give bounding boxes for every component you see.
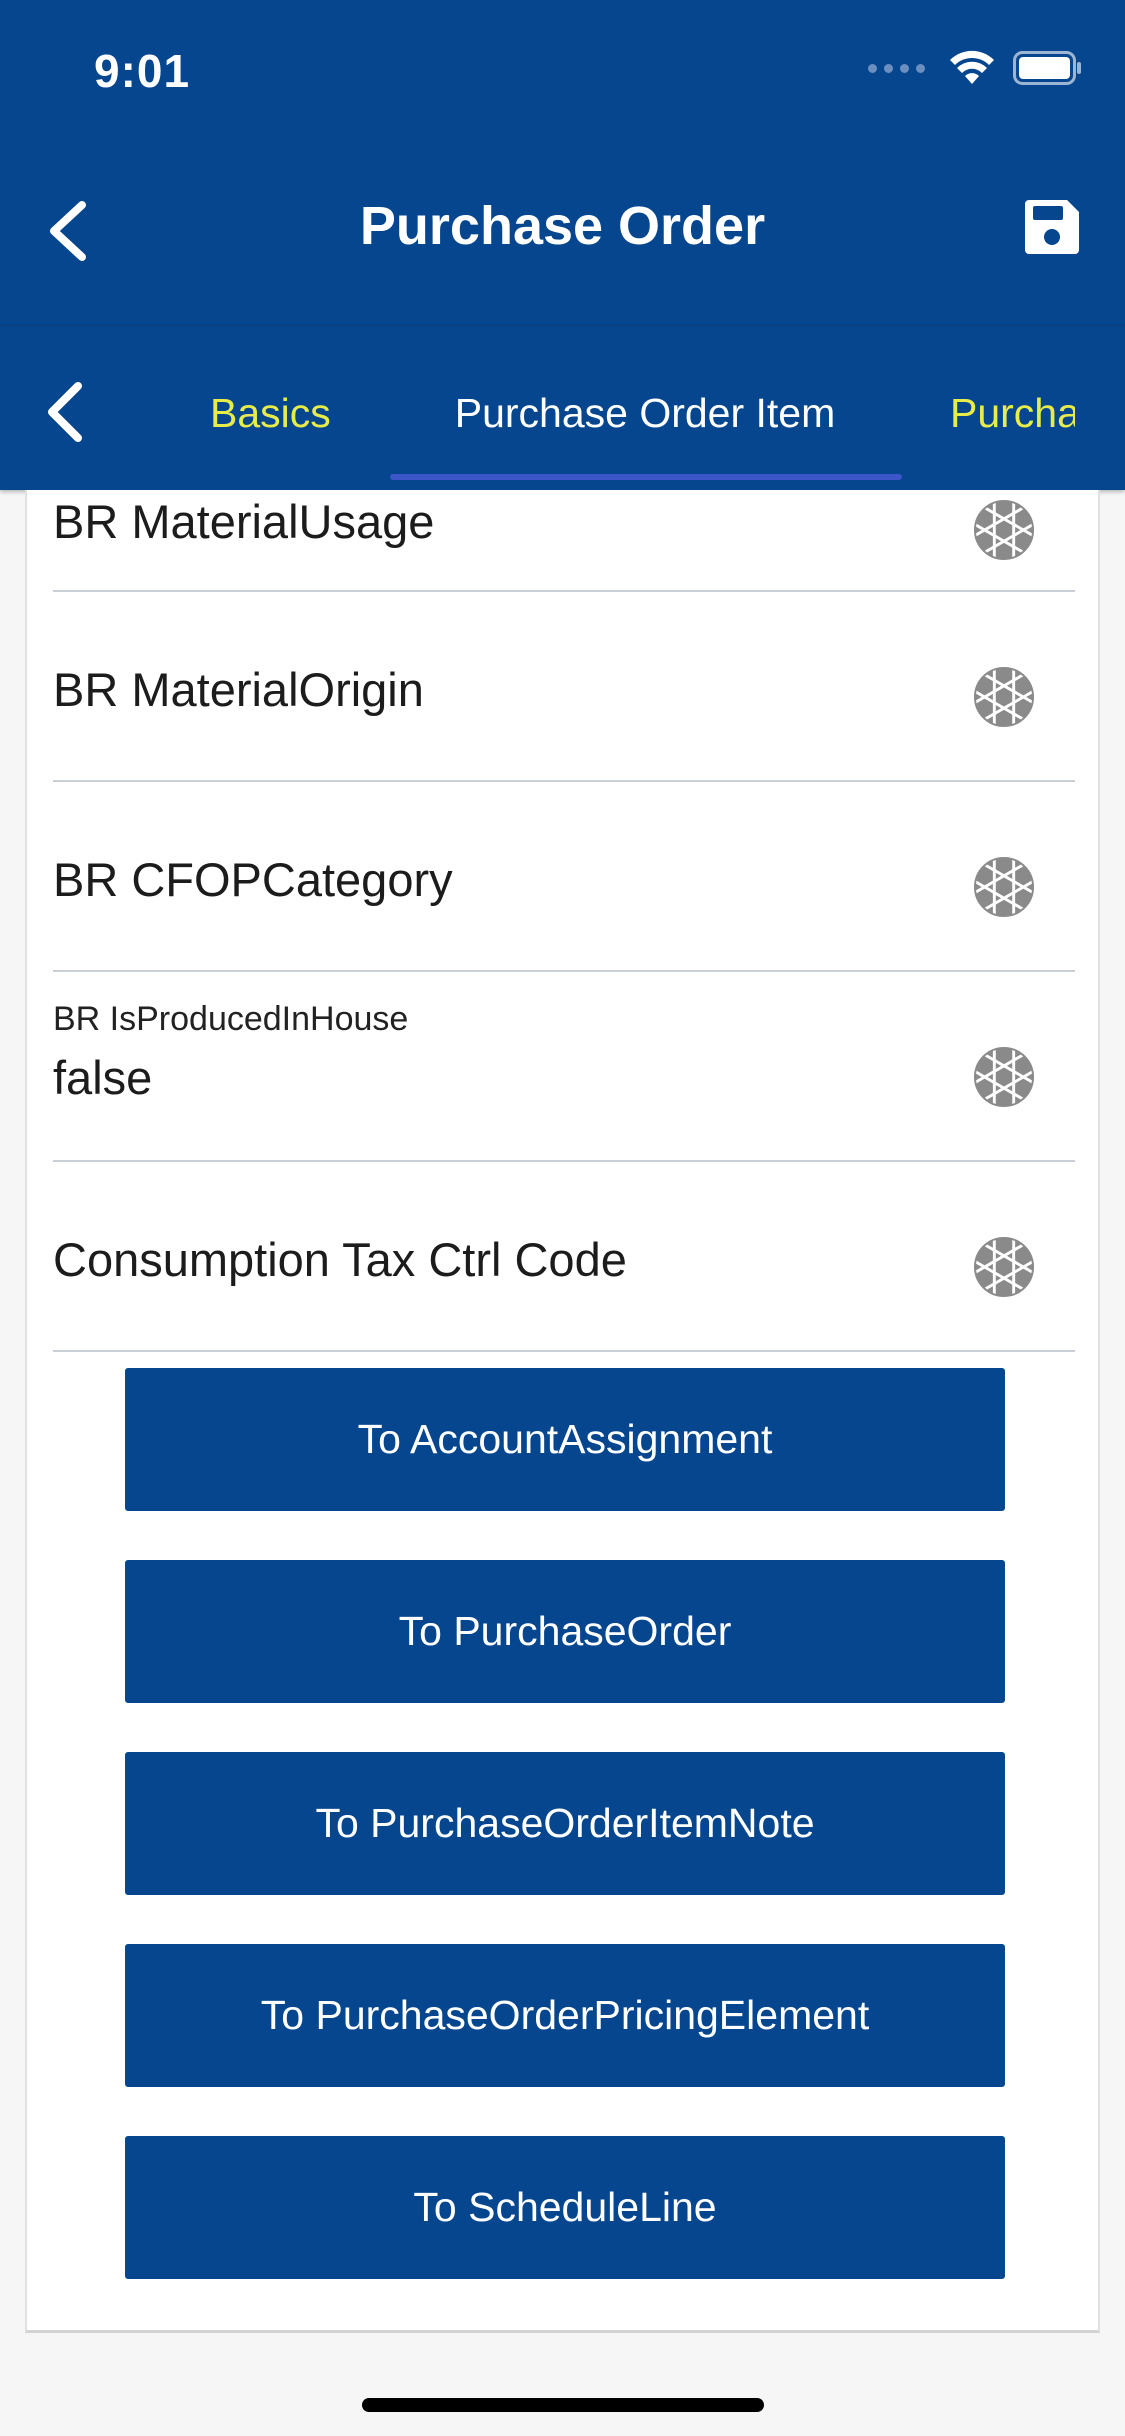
to-purchase-order-item-note-button[interactable]: To PurchaseOrderItemNote <box>125 1752 1005 1895</box>
to-schedule-line-button[interactable]: To ScheduleLine <box>125 2136 1005 2279</box>
aperture-icon[interactable] <box>973 856 1035 918</box>
aperture-icon[interactable] <box>973 666 1035 728</box>
content-card: BR MaterialUsage BR MaterialOrigin BR CF… <box>25 490 1100 2333</box>
status-icons <box>868 50 1083 86</box>
battery-icon <box>1013 51 1081 85</box>
floppy-disk-icon <box>1025 200 1079 254</box>
field-label: BR CFOPCategory <box>53 853 453 906</box>
screen: 9:01 Purchase Order Basics Purchase Orde… <box>0 0 1125 2436</box>
field-row[interactable]: BR MaterialOrigin <box>53 592 1075 782</box>
field-label: BR MaterialUsage <box>53 495 435 548</box>
to-purchase-order-button[interactable]: To PurchaseOrder <box>125 1560 1005 1703</box>
field-label: BR IsProducedInHouse <box>53 1000 409 1038</box>
field-label: BR MaterialOrigin <box>53 663 424 716</box>
to-purchase-order-pricing-element-button[interactable]: To PurchaseOrderPricingElement <box>125 1944 1005 2087</box>
to-account-assignment-button[interactable]: To AccountAssignment <box>125 1368 1005 1511</box>
wifi-icon <box>950 50 994 84</box>
page-title: Purchase Order <box>359 196 766 256</box>
aperture-icon[interactable] <box>973 499 1035 561</box>
field-row[interactable]: BR MaterialUsage <box>53 402 1075 592</box>
navigation-bar: 9:01 Purchase Order <box>0 0 1125 325</box>
field-row[interactable]: BR IsProducedInHouse false <box>53 972 1075 1162</box>
field-row[interactable]: Consumption Tax Ctrl Code <box>53 1162 1075 1352</box>
status-time: 9:01 <box>94 45 191 97</box>
field-row[interactable]: BR CFOPCategory <box>53 782 1075 972</box>
aperture-icon[interactable] <box>973 1236 1035 1298</box>
save-button[interactable] <box>1023 198 1083 258</box>
field-value: false <box>53 1051 153 1104</box>
cellular-signal-icon <box>868 63 925 73</box>
field-label: Consumption Tax Ctrl Code <box>53 1233 627 1286</box>
aperture-icon[interactable] <box>973 1046 1035 1108</box>
home-indicator[interactable] <box>362 2398 764 2412</box>
